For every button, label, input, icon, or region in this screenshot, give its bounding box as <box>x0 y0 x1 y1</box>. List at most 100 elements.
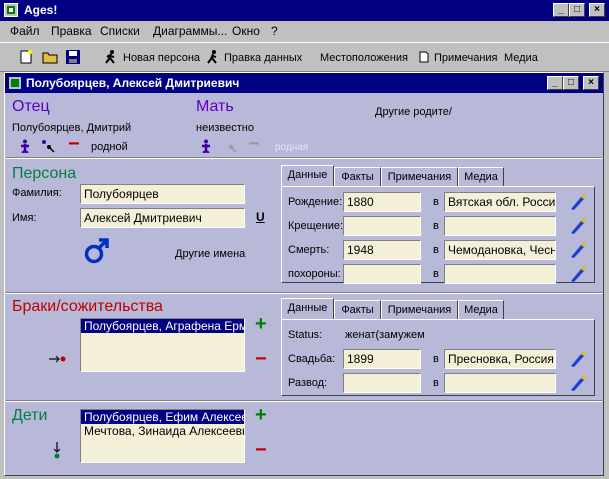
burial-place-field[interactable] <box>444 264 556 284</box>
menu-diagrams[interactable]: Диаграммы... <box>153 24 227 38</box>
menu-file[interactable]: Файл <box>10 24 40 38</box>
menu-help[interactable]: ? <box>271 24 278 38</box>
divorce-label: Развод: <box>288 377 328 389</box>
running-person-icon[interactable] <box>104 49 118 68</box>
mother-relation[interactable]: родная <box>275 142 308 153</box>
minimize-button[interactable]: _ <box>553 3 569 17</box>
menu-edit[interactable]: Правка <box>51 24 92 38</box>
birth-label: Рождение: <box>288 196 343 208</box>
children-list-item[interactable]: Полубоярцев, Ефим Алексееви <box>81 410 244 424</box>
marriage-tab-facts[interactable]: Факты <box>334 300 381 320</box>
menu-window[interactable]: Окно <box>232 24 260 38</box>
marriage-tab-media[interactable]: Медиа <box>458 300 504 320</box>
menu-lists[interactable]: Списки <box>100 24 140 38</box>
birth-date-field[interactable]: 1880 <box>343 192 421 212</box>
child-minimize-button[interactable]: _ <box>547 76 563 90</box>
divorce-date-field[interactable] <box>343 373 421 393</box>
mother-name[interactable]: неизвестно <box>196 122 254 134</box>
person-events-panel: Рождение: 1880 в Вятская обл. Россия Кре… <box>281 186 595 286</box>
tab-data[interactable]: Данные <box>281 165 334 187</box>
locations-button[interactable]: Местоположения <box>320 52 408 64</box>
child-maximize-button[interactable]: □ <box>563 76 579 90</box>
tab-facts[interactable]: Факты <box>334 167 381 187</box>
other-parents-label[interactable]: Другие родите/ <box>375 106 452 118</box>
underline-button[interactable]: U <box>256 210 265 224</box>
remove-spouse-icon[interactable]: − <box>255 348 267 371</box>
maximize-button[interactable]: □ <box>569 3 585 17</box>
marriage-link-icon <box>49 354 67 366</box>
baptism-edit-icon[interactable] <box>569 217 587 238</box>
baptism-label: Крещение: <box>288 220 344 232</box>
birth-in-label: в <box>433 196 439 208</box>
mother-remove-icon[interactable]: − <box>248 133 260 156</box>
child-link-icon <box>53 442 61 463</box>
edit-data-button[interactable]: Правка данных <box>224 52 302 64</box>
notes-button[interactable]: Примечания <box>434 52 498 64</box>
status-label: Status: <box>288 329 323 341</box>
name-field[interactable]: Алексей Дмитриевич <box>80 208 245 228</box>
marriage-events-panel: Status: женат(замужем Свадьба: 1899 в Пр… <box>281 319 595 396</box>
save-icon[interactable] <box>65 49 81 68</box>
spouse-list-item[interactable]: Полубоярцев, Аграфена Ермо <box>81 319 244 333</box>
child-close-button[interactable]: × <box>583 76 599 90</box>
death-place-field[interactable]: Чемодановка, Чесн <box>444 240 556 260</box>
divorce-in-label: в <box>433 377 439 389</box>
divorce-place-field[interactable] <box>444 373 556 393</box>
surname-field[interactable]: Полубоярцев <box>80 184 245 204</box>
add-child-icon[interactable]: + <box>255 404 267 427</box>
baptism-place-field[interactable] <box>444 216 556 236</box>
tab-notes[interactable]: Примечания <box>381 167 458 187</box>
baptism-date-field[interactable] <box>343 216 421 236</box>
spouse-list[interactable]: Полубоярцев, Аграфена Ермо <box>80 318 245 372</box>
burial-label: похороны: <box>288 268 341 280</box>
father-relation[interactable]: родной <box>91 141 128 153</box>
separator-3 <box>6 400 602 402</box>
death-label: Смерть: <box>288 244 330 256</box>
surname-label: Фамилия: <box>12 187 62 199</box>
wedding-date-field[interactable]: 1899 <box>343 349 421 369</box>
children-list[interactable]: Полубоярцев, Ефим Алексееви Мечтова, Зин… <box>80 409 245 463</box>
marriages-heading: Браки/сожительства <box>12 298 163 315</box>
app-title: Ages! <box>24 3 58 17</box>
wedding-edit-icon[interactable] <box>569 350 587 371</box>
new-file-icon[interactable] <box>18 49 34 68</box>
father-person-icon[interactable] <box>19 139 31 156</box>
marriage-tab-notes[interactable]: Примечания <box>381 300 458 320</box>
name-label: Имя: <box>12 212 37 224</box>
other-names-label[interactable]: Другие имена <box>175 248 245 260</box>
death-edit-icon[interactable] <box>569 241 587 262</box>
separator-2 <box>6 292 602 294</box>
media-button[interactable]: Медиа <box>504 52 538 64</box>
mother-select-icon[interactable] <box>223 139 237 156</box>
mother-person-icon[interactable] <box>200 139 212 156</box>
separator-1 <box>6 157 602 159</box>
tab-media[interactable]: Медиа <box>458 167 504 187</box>
remove-child-icon[interactable]: − <box>255 439 267 462</box>
person-window: Полубоярцев, Алексей Дмитриевич _ □ × От… <box>4 72 604 476</box>
baptism-in-label: в <box>433 220 439 232</box>
wedding-place-field[interactable]: Пресновка, Россия <box>444 349 556 369</box>
status-value[interactable]: женат(замужем <box>345 329 425 341</box>
marriage-tab-data[interactable]: Данные <box>281 298 334 320</box>
edit-person-icon[interactable] <box>206 49 220 68</box>
add-spouse-icon[interactable]: + <box>255 313 267 336</box>
notes-icon[interactable] <box>419 51 429 66</box>
new-person-button[interactable]: Новая персона <box>123 52 200 64</box>
male-icon <box>84 237 110 268</box>
birth-edit-icon[interactable] <box>569 193 587 214</box>
close-button[interactable]: × <box>589 3 605 17</box>
open-folder-icon[interactable] <box>42 49 58 68</box>
children-list-item[interactable]: Мечтова, Зинаида Алексеевна <box>81 424 244 438</box>
menubar: Файл Правка Списки Диаграммы... Окно ? <box>0 21 609 41</box>
wedding-in-label: в <box>433 353 439 365</box>
wedding-label: Свадьба: <box>288 353 336 365</box>
divorce-edit-icon[interactable] <box>569 374 587 395</box>
father-remove-icon[interactable]: − <box>68 133 80 156</box>
father-select-icon[interactable] <box>41 139 55 156</box>
death-date-field[interactable]: 1948 <box>343 240 421 260</box>
birth-place-field[interactable]: Вятская обл. Россия <box>444 192 556 212</box>
burial-date-field[interactable] <box>343 264 421 284</box>
app-icon <box>4 3 18 17</box>
burial-edit-icon[interactable] <box>569 265 587 286</box>
person-heading: Персона <box>12 165 77 182</box>
